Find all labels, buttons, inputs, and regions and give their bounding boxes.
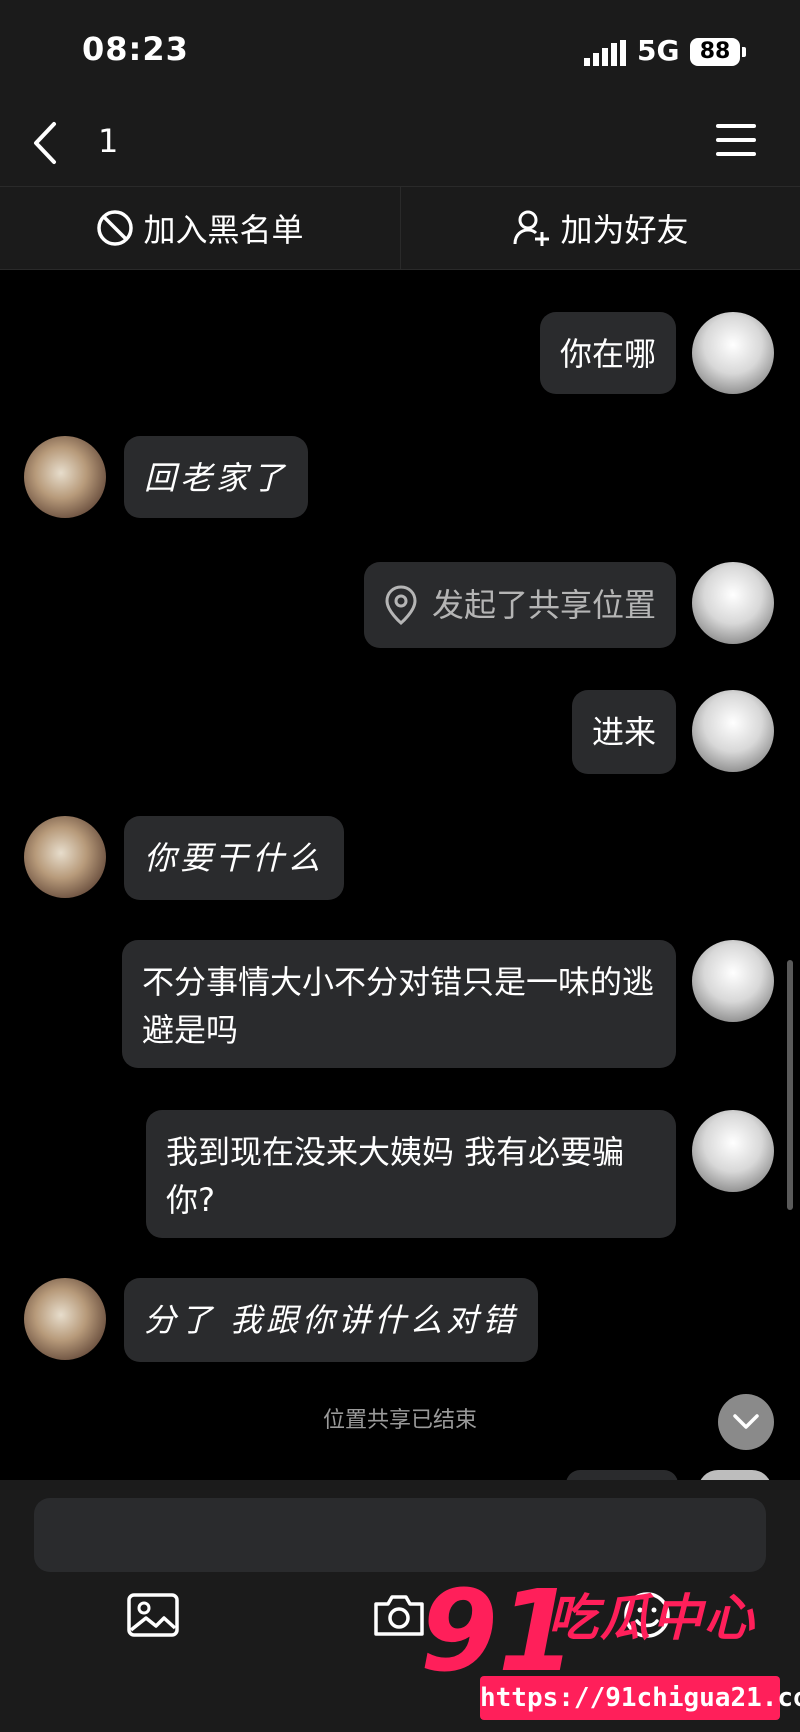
signal-icon xyxy=(584,40,626,66)
battery-indicator: 88 xyxy=(690,38,746,66)
network-type: 5G xyxy=(637,34,680,67)
message-bubble[interactable]: 回老家了 xyxy=(124,436,309,518)
chevron-left-icon[interactable] xyxy=(26,120,66,166)
watermark-text: 吃瓜中心 xyxy=(548,1589,756,1647)
avatar[interactable] xyxy=(692,312,774,394)
add-friend-button[interactable]: 加为好友 xyxy=(400,187,800,269)
scrollbar[interactable] xyxy=(787,960,793,1210)
avatar[interactable] xyxy=(24,1278,106,1360)
add-friend-label: 加为好友 xyxy=(560,211,689,249)
scroll-to-bottom-button[interactable] xyxy=(718,1394,774,1450)
message-bubble[interactable]: 分了 我跟你讲什么对错 xyxy=(124,1278,539,1362)
message-bubble[interactable]: 进来 xyxy=(571,690,676,774)
watermark-logo: 91 吃瓜中心 https://91chigua21.com xyxy=(400,1572,800,1732)
location-share-text: 发起了共享位置 xyxy=(431,586,656,624)
status-bar: 08:23 5G 88 xyxy=(0,0,800,100)
system-notice: 位置共享已结束 xyxy=(322,1408,477,1433)
image-icon[interactable] xyxy=(126,1590,180,1640)
avatar[interactable] xyxy=(692,562,774,644)
block-label: 加入黑名单 xyxy=(143,211,304,249)
location-pin-icon xyxy=(385,585,417,625)
avatar[interactable] xyxy=(24,436,106,518)
hamburger-menu-icon[interactable] xyxy=(716,124,756,160)
chevron-down-icon xyxy=(733,1414,759,1429)
block-button[interactable]: 加入黑名单 xyxy=(0,187,399,269)
status-time: 08:23 xyxy=(82,30,189,68)
avatar[interactable] xyxy=(692,1110,774,1192)
message-bubble[interactable]: 你在哪 xyxy=(539,312,676,394)
watermark-url: https://91chigua21.com xyxy=(480,1676,800,1720)
chat-header: 1 xyxy=(0,100,800,186)
add-user-icon xyxy=(513,210,550,246)
message-bubble[interactable]: 你要干什么 xyxy=(124,816,345,900)
block-icon xyxy=(97,210,134,246)
chat-title: 1 xyxy=(98,122,119,160)
message-bubble[interactable]: 不分事情大小不分对错只是一味的逃避是吗 xyxy=(122,940,676,1068)
location-share-bubble[interactable]: 发起了共享位置 xyxy=(363,562,676,648)
action-bar: 加入黑名单 加为好友 xyxy=(0,186,800,270)
message-bubble[interactable]: 我到现在没来大姨妈 我有必要骗你? xyxy=(146,1110,676,1238)
avatar[interactable] xyxy=(692,690,774,772)
message-input[interactable] xyxy=(34,1498,766,1572)
avatar[interactable] xyxy=(24,816,106,898)
avatar[interactable] xyxy=(692,940,774,1022)
